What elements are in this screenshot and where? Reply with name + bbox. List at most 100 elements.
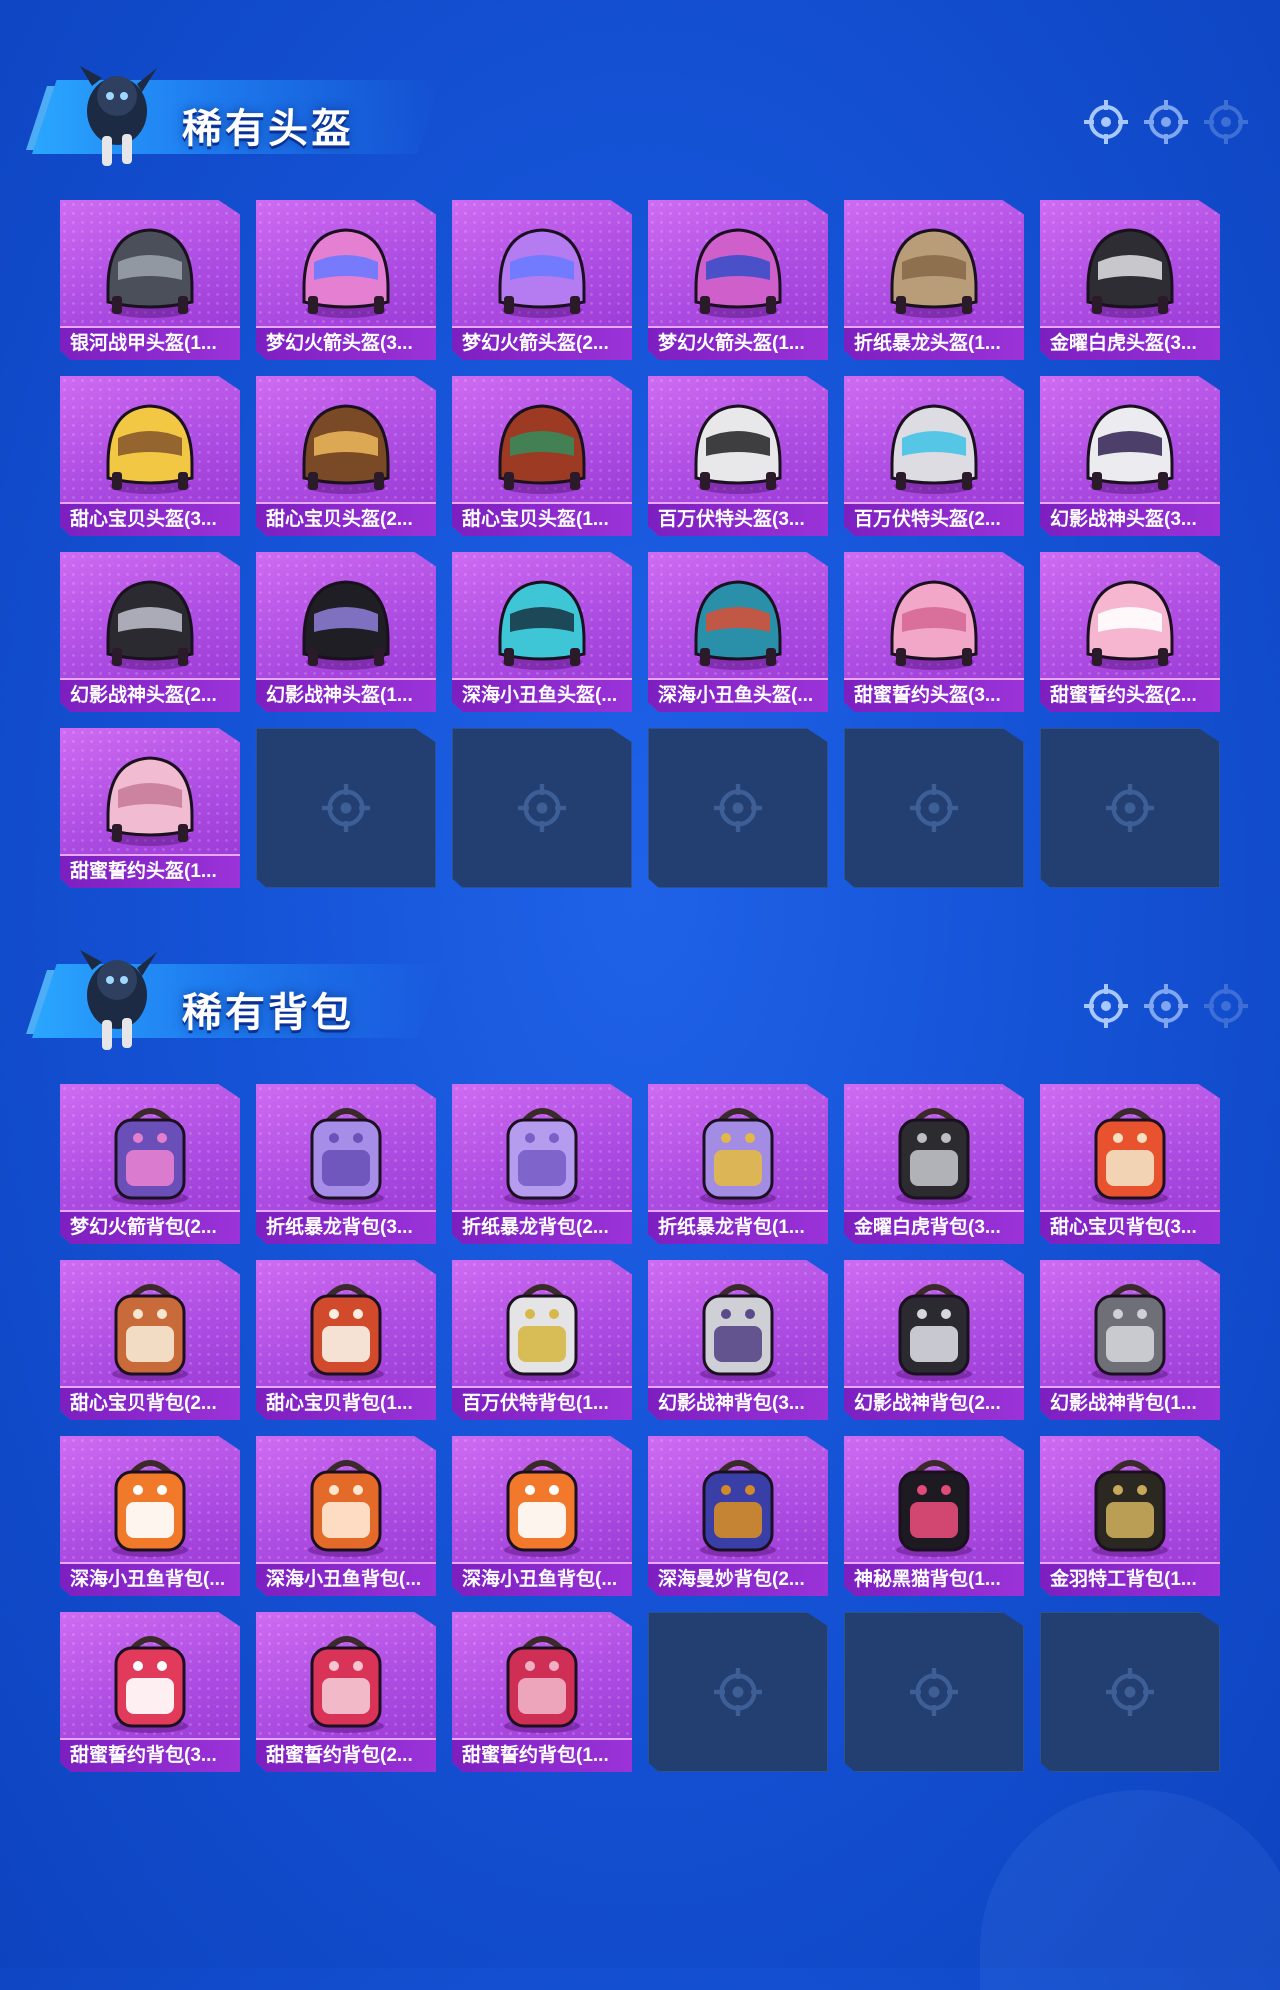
helmet-item-label: 幻影战神头盔(3... (1040, 502, 1220, 536)
backpacks-header: 稀有背包 (0, 884, 1280, 1050)
helmet-icon (498, 228, 586, 318)
helmet-item-card[interactable]: 甜蜜誓约头盔(1... (60, 728, 240, 888)
helmet-icon (890, 228, 978, 318)
helmet-icon (302, 580, 390, 670)
helmet-item-card[interactable]: 梦幻火箭头盔(2... (452, 200, 632, 360)
helmet-item-card[interactable]: 幻影战神头盔(1... (256, 552, 436, 712)
backpack-item-card[interactable]: 幻影战神背包(2... (844, 1260, 1024, 1420)
helmet-icon (106, 404, 194, 494)
helmet-icon (694, 404, 782, 494)
backpack-icon (504, 1636, 580, 1733)
helmet-item-card[interactable]: 折纸暴龙头盔(1... (844, 200, 1024, 360)
reticle-icon (1084, 984, 1128, 1028)
reticle-icon (1204, 984, 1248, 1028)
backpack-icon (1092, 1460, 1168, 1557)
helmet-item-card[interactable]: 深海小丑鱼头盔(... (648, 552, 828, 712)
empty-slot (452, 728, 632, 888)
backpack-item-card[interactable]: 甜蜜誓约背包(1... (452, 1612, 632, 1772)
helmet-item-label: 折纸暴龙头盔(1... (844, 326, 1024, 360)
helmet-item-card[interactable]: 幻影战神头盔(2... (60, 552, 240, 712)
helmet-item-label: 百万伏特头盔(3... (648, 502, 828, 536)
backpack-icon (1092, 1108, 1168, 1205)
backpack-item-label: 甜蜜誓约背包(1... (452, 1738, 632, 1772)
helmet-item-card[interactable]: 甜心宝贝头盔(2... (256, 376, 436, 536)
backpack-item-card[interactable]: 折纸暴龙背包(3... (256, 1084, 436, 1244)
backpack-icon (308, 1460, 384, 1557)
backpack-icon (504, 1284, 580, 1381)
helmet-item-card[interactable]: 甜心宝贝头盔(1... (452, 376, 632, 536)
helmet-item-card[interactable]: 梦幻火箭头盔(3... (256, 200, 436, 360)
backpack-item-label: 幻影战神背包(1... (1040, 1386, 1220, 1420)
helmet-item-card[interactable]: 甜蜜誓约头盔(3... (844, 552, 1024, 712)
backpack-icon (308, 1108, 384, 1205)
reticle-icon (1106, 1668, 1154, 1716)
backpack-icon (504, 1460, 580, 1557)
backpack-item-label: 深海小丑鱼背包(... (60, 1562, 240, 1596)
helmet-item-card[interactable]: 甜蜜誓约头盔(2... (1040, 552, 1220, 712)
backpack-item-card[interactable]: 百万伏特背包(1... (452, 1260, 632, 1420)
helmet-item-card[interactable]: 金曜白虎头盔(3... (1040, 200, 1220, 360)
backpack-item-card[interactable]: 深海小丑鱼背包(... (256, 1436, 436, 1596)
helmet-icon (498, 404, 586, 494)
backpacks-section: 稀有背包 梦幻火箭背包(2... 折纸暴龙背包(3... 折纸暴龙背包(2... 折纸… (0, 884, 1280, 1772)
backpack-item-card[interactable]: 金曜白虎背包(3... (844, 1084, 1024, 1244)
backpack-icon (1092, 1284, 1168, 1381)
backpack-item-card[interactable]: 折纸暴龙背包(1... (648, 1084, 828, 1244)
backpack-icon (112, 1460, 188, 1557)
backpack-item-label: 深海小丑鱼背包(... (452, 1562, 632, 1596)
backpack-item-card[interactable]: 深海小丑鱼背包(... (452, 1436, 632, 1596)
helmet-item-card[interactable]: 梦幻火箭头盔(1... (648, 200, 828, 360)
backpack-item-card[interactable]: 甜蜜誓约背包(3... (60, 1612, 240, 1772)
backpack-item-label: 甜蜜誓约背包(2... (256, 1738, 436, 1772)
empty-slot (256, 728, 436, 888)
backpack-item-card[interactable]: 深海曼妙背包(2... (648, 1436, 828, 1596)
helmet-item-card[interactable]: 深海小丑鱼头盔(... (452, 552, 632, 712)
backpack-icon (308, 1636, 384, 1733)
backpack-icon (112, 1284, 188, 1381)
reticle-icon (1144, 984, 1188, 1028)
backpack-item-label: 百万伏特背包(1... (452, 1386, 632, 1420)
backpack-item-card[interactable]: 甜心宝贝背包(1... (256, 1260, 436, 1420)
backpack-icon (700, 1108, 776, 1205)
backpack-item-label: 甜心宝贝背包(2... (60, 1386, 240, 1420)
backpack-item-label: 金羽特工背包(1... (1040, 1562, 1220, 1596)
backpack-item-label: 折纸暴龙背包(1... (648, 1210, 828, 1244)
helmet-icon (1086, 228, 1174, 318)
helmets-section: 稀有头盔 银河战甲头盔(1... 梦幻火箭头盔(3... 梦幻火箭头盔(2... 梦幻… (0, 0, 1280, 888)
empty-slot (844, 728, 1024, 888)
helmet-icon (1086, 580, 1174, 670)
reticle-icon (714, 784, 762, 832)
helmet-item-card[interactable]: 银河战甲头盔(1... (60, 200, 240, 360)
backpack-item-label: 折纸暴龙背包(3... (256, 1210, 436, 1244)
backpack-item-card[interactable]: 幻影战神背包(3... (648, 1260, 828, 1420)
helmet-icon (302, 404, 390, 494)
helmet-item-label: 百万伏特头盔(2... (844, 502, 1024, 536)
backpack-item-label: 神秘黑猫背包(1... (844, 1562, 1024, 1596)
helmet-item-label: 甜蜜誓约头盔(1... (60, 854, 240, 888)
helmet-item-card[interactable]: 幻影战神头盔(3... (1040, 376, 1220, 536)
helmet-item-card[interactable]: 甜心宝贝头盔(3... (60, 376, 240, 536)
mascot-icon (80, 950, 157, 1050)
backpack-item-card[interactable]: 神秘黑猫背包(1... (844, 1436, 1024, 1596)
helmet-icon (106, 580, 194, 670)
helmet-icon (890, 580, 978, 670)
helmet-item-card[interactable]: 百万伏特头盔(3... (648, 376, 828, 536)
backpack-item-card[interactable]: 甜心宝贝背包(3... (1040, 1084, 1220, 1244)
backpack-item-card[interactable]: 甜蜜誓约背包(2... (256, 1612, 436, 1772)
reticle-icon (1084, 100, 1128, 144)
backpack-item-card[interactable]: 折纸暴龙背包(2... (452, 1084, 632, 1244)
backpack-item-card[interactable]: 金羽特工背包(1... (1040, 1436, 1220, 1596)
helmet-icon (890, 404, 978, 494)
helmet-icon (498, 580, 586, 670)
helmet-item-label: 甜蜜誓约头盔(2... (1040, 678, 1220, 712)
helmet-item-label: 甜蜜誓约头盔(3... (844, 678, 1024, 712)
helmets-header: 稀有头盔 (0, 0, 1280, 166)
backpack-item-card[interactable]: 梦幻火箭背包(2... (60, 1084, 240, 1244)
backpack-item-card[interactable]: 深海小丑鱼背包(... (60, 1436, 240, 1596)
decor-reticles (1084, 100, 1254, 146)
reticle-icon (714, 1668, 762, 1716)
backpack-item-card[interactable]: 甜心宝贝背包(2... (60, 1260, 240, 1420)
helmet-item-card[interactable]: 百万伏特头盔(2... (844, 376, 1024, 536)
backpack-item-label: 甜蜜誓约背包(3... (60, 1738, 240, 1772)
backpack-item-card[interactable]: 幻影战神背包(1... (1040, 1260, 1220, 1420)
